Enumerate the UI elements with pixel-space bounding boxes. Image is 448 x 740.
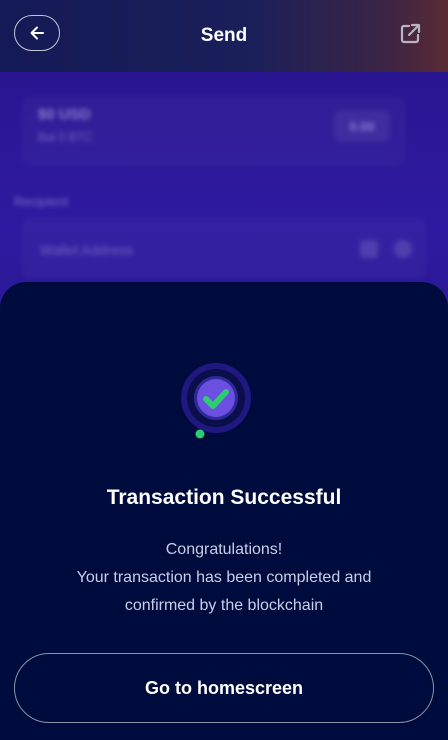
go-to-homescreen-button[interactable]: Go to homescreen — [14, 653, 434, 723]
page-title: Send — [200, 25, 248, 46]
success-message-line2: Your transaction has been completed and — [76, 569, 372, 586]
scan-icon — [394, 240, 412, 258]
header-bar: Send — [0, 0, 448, 72]
check-circle-icon — [181, 363, 251, 439]
paste-icon — [360, 240, 378, 258]
success-message-line1: Congratulations! — [165, 541, 283, 558]
arrow-left-icon — [30, 26, 44, 40]
recipient-label: Recipient — [14, 194, 69, 209]
success-message: Congratulations! Your transaction has be… — [30, 536, 418, 620]
amount-value: $0 USD — [38, 106, 91, 123]
amount-balance: Bal 0 BTC — [38, 130, 93, 144]
external-link-icon[interactable] — [398, 22, 422, 46]
success-message-line3: confirmed by the blockchain — [124, 597, 324, 614]
success-title: Transaction Successful — [106, 486, 342, 509]
back-button[interactable] — [14, 15, 60, 51]
max-button: 0.00 — [334, 110, 390, 142]
recipient-placeholder: Wallet Address — [40, 242, 133, 258]
